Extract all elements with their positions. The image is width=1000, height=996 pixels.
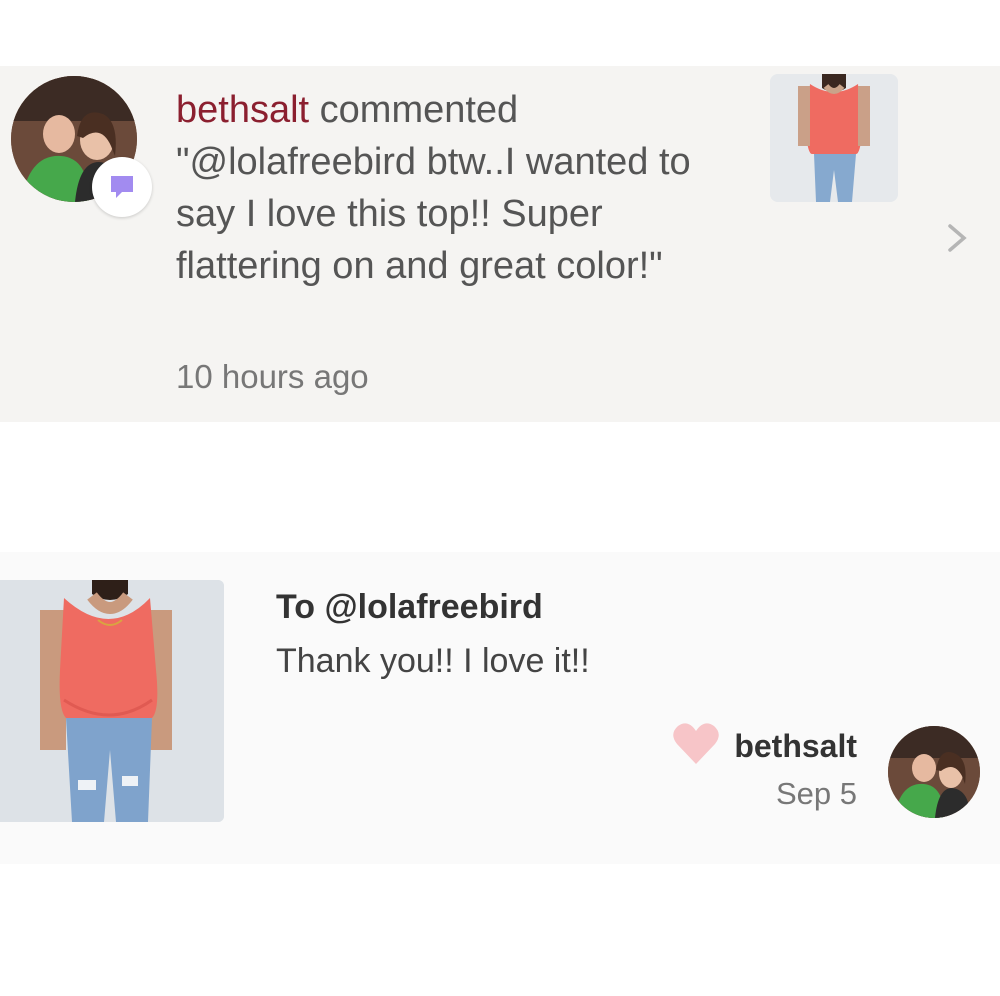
- notification-text: bethsalt commented "@lolafreebird btw..I…: [176, 84, 736, 292]
- heart-icon[interactable]: [672, 722, 720, 766]
- reply-date: Sep 5: [775, 776, 857, 811]
- chevron-right-icon[interactable]: [940, 220, 976, 256]
- reply-username[interactable]: bethsalt: [734, 728, 857, 765]
- comment-badge: [92, 157, 152, 217]
- reply-message: Thank you!! I love it!!: [276, 642, 590, 680]
- comment-text: "@lolafreebird btw..I wanted to say I lo…: [176, 141, 691, 287]
- notification-action: commented: [309, 89, 519, 131]
- listing-photo[interactable]: [0, 580, 224, 822]
- commenter-username[interactable]: bethsalt: [176, 89, 309, 131]
- notification-timestamp: 10 hours ago: [176, 358, 369, 395]
- reply-avatar[interactable]: [888, 726, 980, 818]
- listing-thumbnail[interactable]: [770, 74, 898, 202]
- recipient-handle[interactable]: @lolafreebird: [324, 588, 542, 626]
- reply-recipient: To @lolafreebird: [276, 588, 543, 627]
- reply-to-prefix: To: [276, 588, 325, 626]
- comment-bubble-icon: [111, 176, 133, 198]
